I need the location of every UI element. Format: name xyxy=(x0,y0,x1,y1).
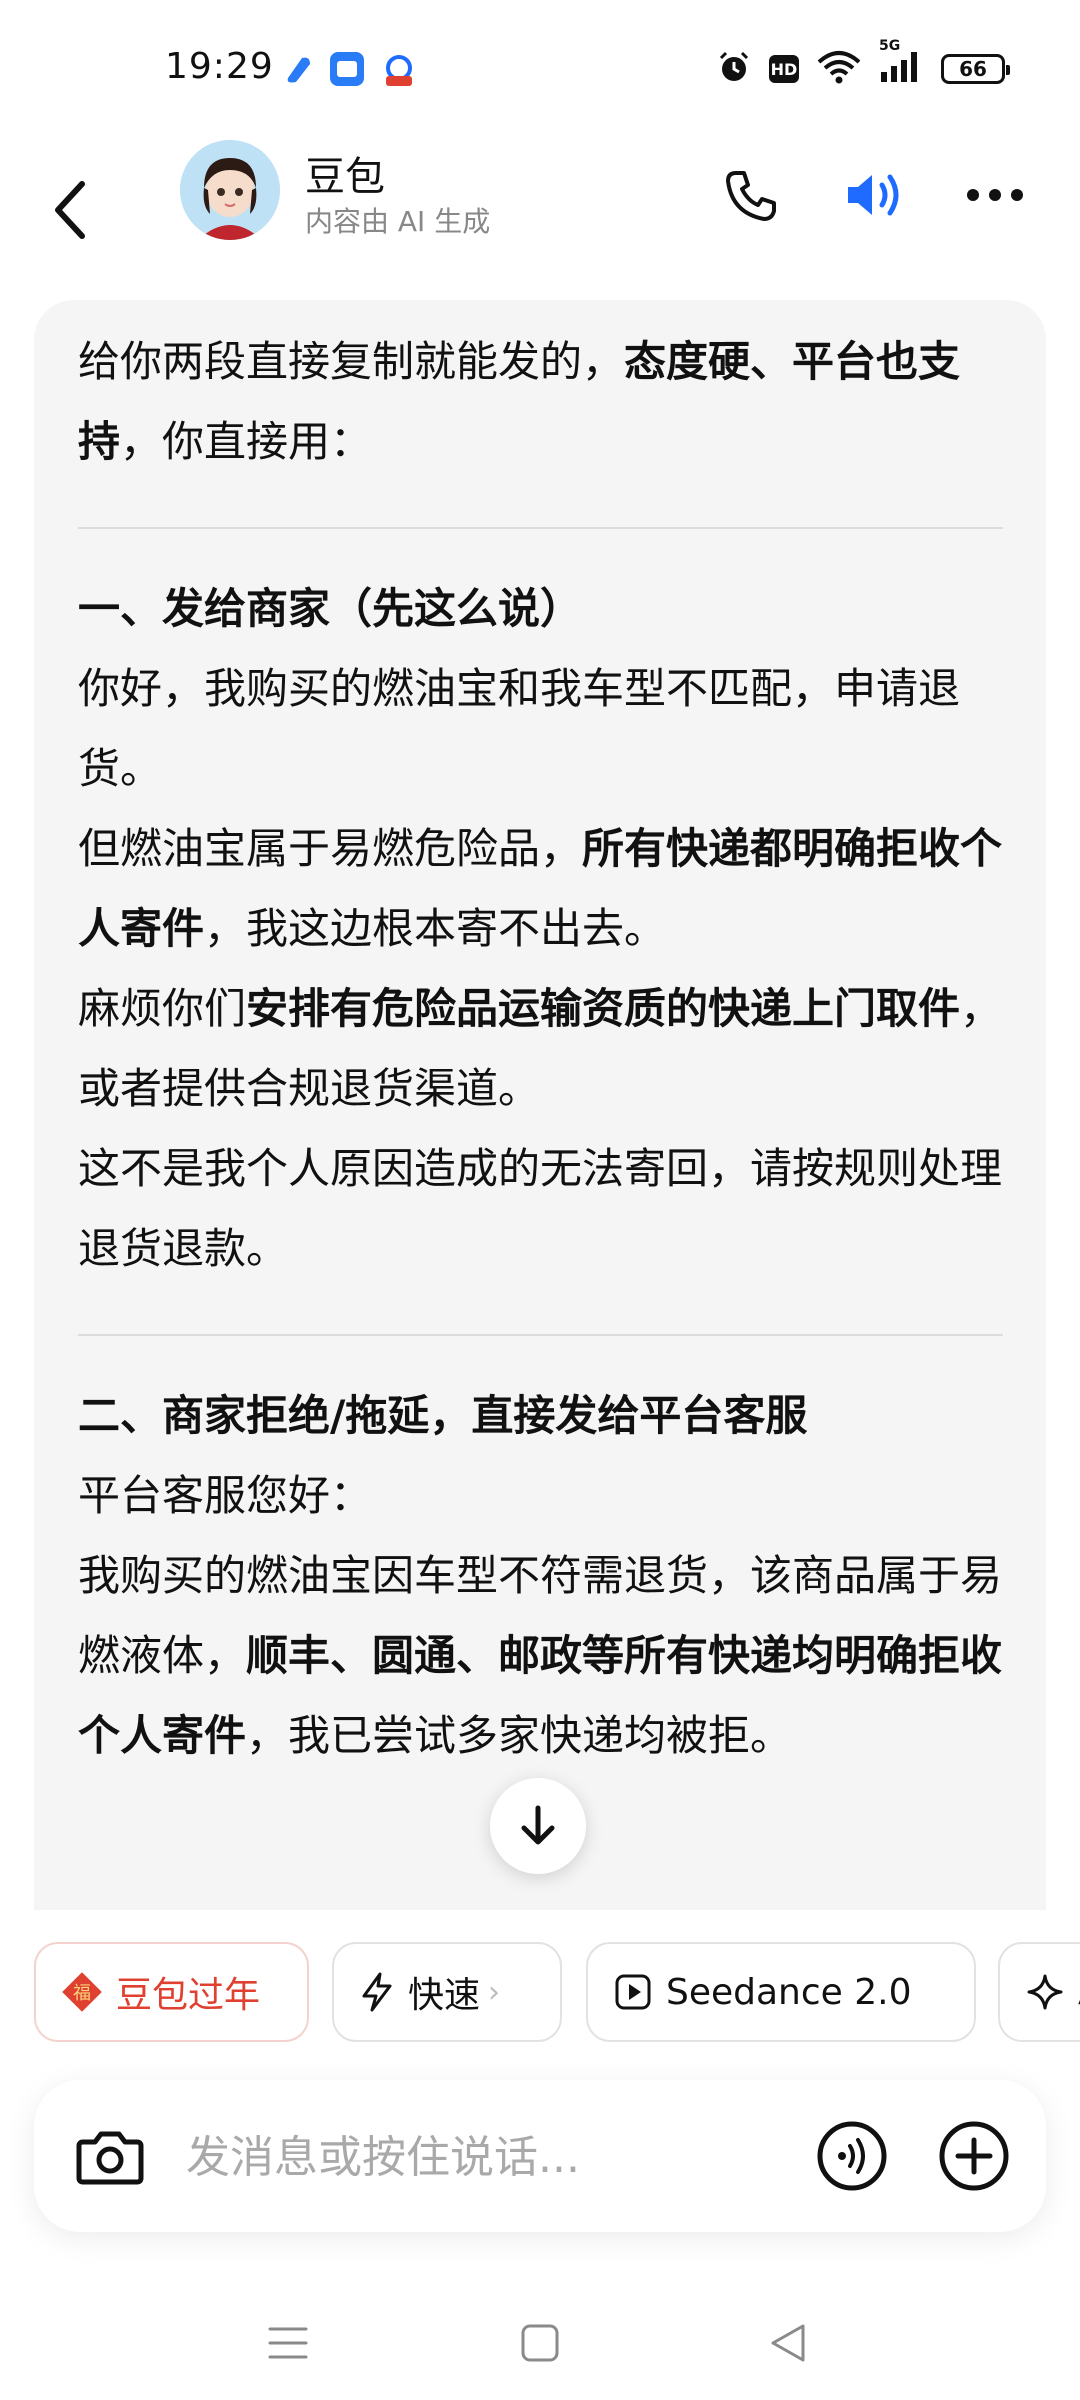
avatar[interactable] xyxy=(180,140,280,240)
nav-home-button[interactable] xyxy=(500,2308,580,2378)
s1-line-1: 你好，我购买的燃油宝和我车型不匹配，申请退货。 xyxy=(78,664,961,793)
camera-button[interactable] xyxy=(72,2118,148,2194)
s1-line-4: 这不是我个人原因造成的无法寄回，请按规则处理退货退款。 xyxy=(78,1144,1003,1273)
voice-wave-icon xyxy=(817,2121,887,2191)
message-input[interactable] xyxy=(184,2120,808,2194)
more-dots-icon xyxy=(967,189,1023,201)
s2-line-1: 平台客服您好： xyxy=(78,1471,373,1520)
nav-back-button[interactable] xyxy=(748,2308,828,2378)
chat-title: 豆包 xyxy=(305,154,385,200)
status-bar: 19:29 HD 5G 66 xyxy=(0,0,1080,140)
speaker-button[interactable] xyxy=(835,160,915,230)
scroll-to-bottom-button[interactable] xyxy=(490,1778,586,1874)
section-2-title: 二、商家拒绝/拖延，直接发给平台客服 xyxy=(78,1391,808,1440)
app-notification-icon xyxy=(330,52,364,86)
chat-subtitle: 内容由 AI 生成 xyxy=(305,205,491,238)
phone-icon xyxy=(726,171,776,221)
menu-icon xyxy=(268,2327,308,2359)
section-1-title: 一、发给商家（先这么说） xyxy=(78,584,583,633)
status-time: 19:29 xyxy=(165,46,274,87)
back-triangle-icon xyxy=(771,2324,805,2362)
s1-line-3: 麻烦你们安排有危险品运输资质的快递上门取件，或者提供合规退货渠道。 xyxy=(78,984,1003,1113)
chevron-left-icon xyxy=(55,181,85,239)
nav-menu-button[interactable] xyxy=(248,2308,328,2378)
signal-icon: 5G xyxy=(879,38,923,88)
chip-seedance[interactable]: Seedance 2.0 xyxy=(586,1942,976,2042)
wifi-icon xyxy=(817,50,861,88)
arrow-down-icon xyxy=(521,1805,555,1845)
chevron-right-icon: › xyxy=(488,1974,501,2010)
divider xyxy=(78,527,1003,529)
speaker-icon xyxy=(848,174,899,216)
add-attachment-button[interactable] xyxy=(934,2116,1014,2196)
divider xyxy=(78,1334,1003,1336)
system-navigation-bar xyxy=(0,2290,1080,2400)
chip-fast-mode[interactable]: 快速 › xyxy=(332,1942,562,2042)
home-square-icon xyxy=(521,2324,559,2362)
chip-doubao-new-year[interactable]: 福 豆包过年 xyxy=(34,1942,309,2042)
plus-icon xyxy=(939,2121,1009,2191)
battery-icon: 66 xyxy=(941,54,1010,84)
app-notification-icon xyxy=(282,52,316,86)
status-icons: HD 5G 66 xyxy=(717,38,1010,88)
call-button[interactable] xyxy=(715,160,785,230)
back-button[interactable] xyxy=(40,170,100,250)
camera-icon xyxy=(76,2131,144,2185)
ai-message-bubble: 给你两段直接复制就能发的，态度硬、平台也支持，你直接用： 一、发给商家（先这么说… xyxy=(34,300,1046,1910)
chip-ai-feature[interactable]: A xyxy=(998,1942,1080,2042)
app-notification-icon xyxy=(380,52,414,86)
voice-call-button[interactable] xyxy=(812,2116,892,2196)
alarm-icon xyxy=(717,50,751,88)
fu-icon: 福 xyxy=(62,1972,102,2012)
quick-action-chips: 福 豆包过年 快速 › Seedance 2.0 A xyxy=(34,1942,1080,2046)
lightning-icon xyxy=(360,1972,394,2012)
intro-paragraph: 给你两段直接复制就能发的，态度硬、平台也支持，你直接用： xyxy=(78,337,961,466)
svg-text:福: 福 xyxy=(73,1983,91,2004)
message-content: 给你两段直接复制就能发的，态度硬、平台也支持，你直接用： 一、发给商家（先这么说… xyxy=(78,322,1003,1776)
chat-header: 豆包 内容由 AI 生成 xyxy=(0,140,1080,290)
hd-icon: HD xyxy=(769,55,799,83)
message-input-bar xyxy=(34,2080,1046,2232)
play-icon xyxy=(614,1973,652,2011)
more-button[interactable] xyxy=(955,160,1035,230)
s1-line-2: 但燃油宝属于易燃危险品，所有快递都明确拒收个人寄件，我这边根本寄不出去。 xyxy=(78,824,1003,953)
s2-line-2: 我购买的燃油宝因车型不符需退货，该商品属于易燃液体，顺丰、圆通、邮政等所有快递均… xyxy=(78,1551,1003,1760)
sparkle-icon xyxy=(1026,1973,1064,2011)
